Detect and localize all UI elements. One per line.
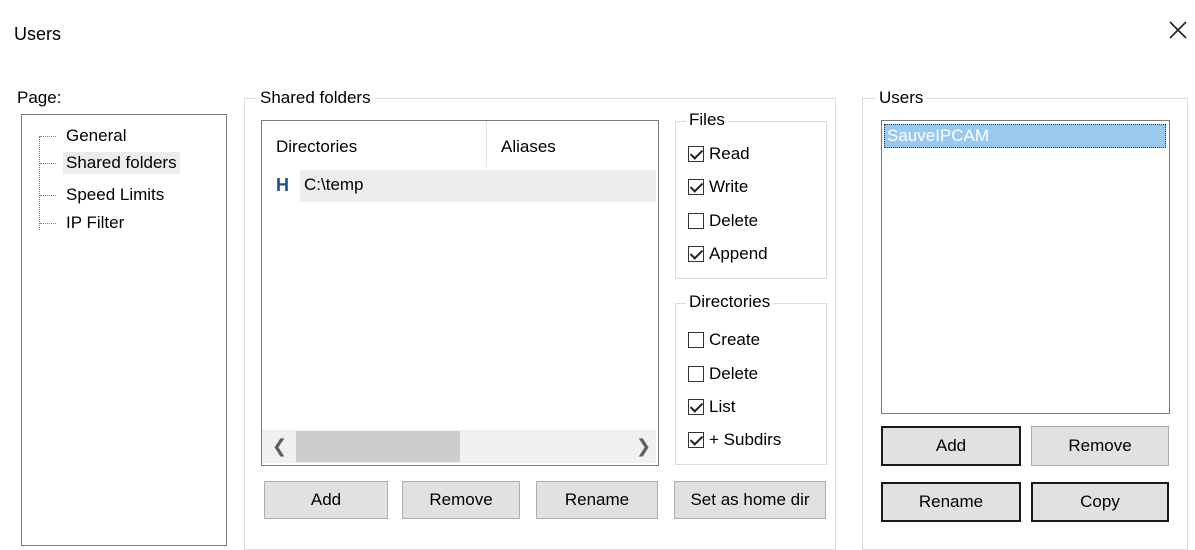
users-title: Users [876,88,927,108]
column-header-aliases[interactable]: Aliases [501,137,556,157]
tree-connector [40,195,56,196]
copy-user-button[interactable]: Copy [1031,482,1169,522]
page-label: Page: [17,88,62,107]
tree-item-speed-limits[interactable]: Speed Limits [63,184,167,206]
files-append-checkbox[interactable]: Append [688,241,768,267]
window-title: Users [14,24,62,44]
tree-connector [39,136,40,230]
checkbox-icon [688,432,704,448]
scroll-thumb[interactable] [296,431,460,462]
tree-connector [40,163,56,164]
close-icon[interactable] [1166,18,1190,42]
set-home-dir-button[interactable]: Set as home dir [674,481,826,519]
checkbox-icon [688,246,704,262]
checkbox-icon [688,366,704,382]
dirs-list-checkbox[interactable]: List [688,394,735,420]
home-dir-marker-icon: H [276,175,289,195]
checkbox-icon [688,332,704,348]
add-user-button[interactable]: Add [881,426,1021,466]
files-write-checkbox[interactable]: Write [688,174,748,200]
tree-connector [40,223,56,224]
tree-item-shared-folders[interactable]: Shared folders [63,152,180,174]
scroll-right-icon[interactable]: ❯ [636,436,651,457]
remove-folder-button[interactable]: Remove [402,481,520,519]
rename-folder-button[interactable]: Rename [536,481,658,519]
user-list-item[interactable]: SauveIPCAM [884,124,1166,148]
page-tree [21,114,227,546]
tree-item-general[interactable]: General [63,125,129,147]
checkbox-icon [688,213,704,229]
checkbox-icon [688,179,704,195]
directory-path[interactable]: C:\temp [304,175,364,195]
tree-connector [40,136,56,137]
column-divider [486,121,487,167]
shared-folders-title: Shared folders [257,88,374,108]
remove-user-button[interactable]: Remove [1031,426,1169,466]
add-folder-button[interactable]: Add [264,481,388,519]
files-delete-checkbox[interactable]: Delete [688,208,758,234]
users-list[interactable] [881,120,1170,414]
tree-item-ip-filter[interactable]: IP Filter [63,212,127,234]
checkbox-icon [688,399,704,415]
rename-user-button[interactable]: Rename [881,482,1021,522]
column-header-directories[interactable]: Directories [276,137,357,157]
dirs-delete-checkbox[interactable]: Delete [688,361,758,387]
dirs-subdirs-checkbox[interactable]: + Subdirs [688,427,781,453]
scroll-left-icon[interactable]: ❮ [272,436,287,457]
files-title: Files [686,110,728,130]
files-read-checkbox[interactable]: Read [688,141,750,167]
checkbox-icon [688,146,704,162]
directories-title: Directories [686,292,774,312]
dirs-create-checkbox[interactable]: Create [688,327,760,353]
